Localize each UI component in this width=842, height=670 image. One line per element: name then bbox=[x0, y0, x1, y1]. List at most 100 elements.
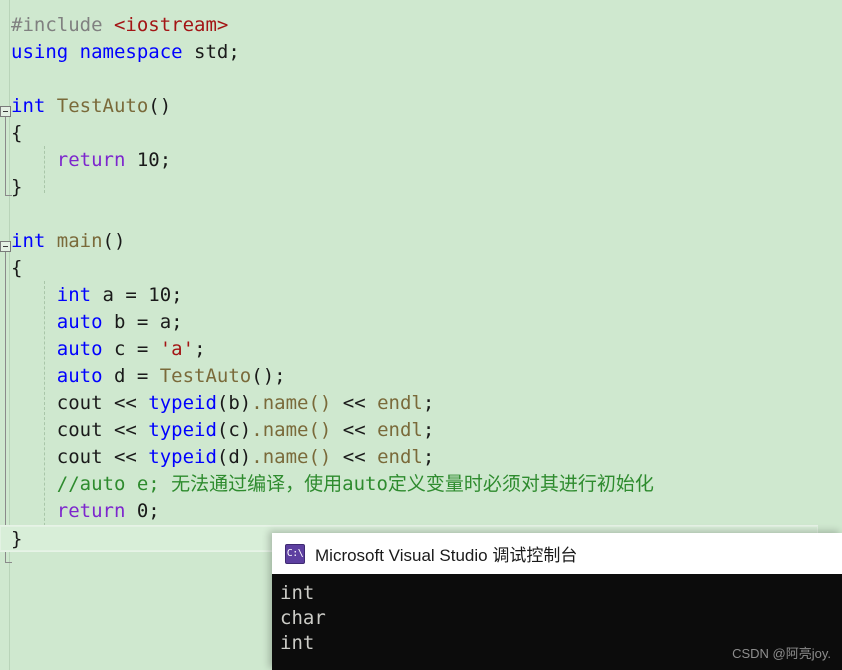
code-token: <iostream> bbox=[113, 14, 229, 36]
code-token: endl bbox=[377, 392, 423, 414]
code-token: int bbox=[56, 284, 92, 306]
code-line-content: auto c = 'a'; bbox=[11, 336, 206, 363]
code-line-content: { bbox=[11, 120, 22, 147]
code-line[interactable]: auto c = 'a'; bbox=[0, 336, 842, 363]
code-token: cout << bbox=[11, 419, 149, 441]
code-line[interactable] bbox=[0, 201, 842, 228]
code-line-content: int a = 10; bbox=[11, 282, 183, 309]
code-token: endl bbox=[377, 446, 423, 468]
code-line-content: //auto e; 无法通过编译，使用auto定义变量时必须对其进行初始化 bbox=[11, 471, 654, 498]
code-token: auto bbox=[56, 338, 103, 360]
code-token: endl bbox=[377, 419, 423, 441]
code-token: ; bbox=[422, 392, 435, 414]
code-token: cout << bbox=[11, 392, 149, 414]
console-output-line: char bbox=[280, 607, 326, 629]
code-token: b = a; bbox=[102, 311, 183, 333]
code-line[interactable]: #include <iostream> bbox=[0, 12, 842, 39]
code-line-content: return 10; bbox=[11, 147, 171, 174]
code-token: (b) bbox=[216, 392, 252, 414]
code-line[interactable]: auto d = TestAuto(); bbox=[0, 363, 842, 390]
code-token: ; bbox=[422, 419, 435, 441]
code-token: int bbox=[11, 95, 57, 117]
console-output-line: int bbox=[280, 582, 315, 604]
code-line[interactable]: } bbox=[0, 174, 842, 201]
code-line-content: using namespace std; bbox=[11, 39, 240, 66]
code-token: typeid bbox=[148, 392, 217, 414]
code-line[interactable]: int main() bbox=[0, 228, 842, 255]
code-lines[interactable]: #include <iostream> using namespace std; i… bbox=[0, 0, 842, 552]
code-token: typeid bbox=[148, 446, 217, 468]
code-line[interactable]: { bbox=[0, 120, 842, 147]
code-token: << bbox=[331, 446, 378, 468]
code-line-content: } bbox=[11, 174, 22, 201]
code-token: ; bbox=[194, 338, 206, 360]
console-cmd-icon: C:\ bbox=[285, 543, 305, 564]
code-token: } bbox=[11, 528, 23, 550]
debug-console-window[interactable]: C:\ Microsoft Visual Studio 调试控制台 int cha… bbox=[272, 533, 842, 670]
code-token: using namespace bbox=[11, 41, 195, 63]
code-line-content: } bbox=[11, 526, 22, 553]
code-token: TestAuto bbox=[56, 95, 149, 117]
code-token: .name() bbox=[251, 419, 332, 441]
code-token: { bbox=[11, 122, 23, 144]
code-token: d = bbox=[102, 365, 160, 387]
code-token: () bbox=[102, 230, 126, 252]
code-line[interactable]: return 0; bbox=[0, 498, 842, 525]
code-token: 10; bbox=[125, 149, 172, 171]
code-line[interactable]: cout << typeid(b).name() << endl; bbox=[0, 390, 842, 417]
code-token: c = bbox=[102, 338, 160, 360]
code-token: main bbox=[56, 230, 103, 252]
code-line[interactable]: int a = 10; bbox=[0, 282, 842, 309]
code-line[interactable]: //auto e; 无法通过编译，使用auto定义变量时必须对其进行初始化 bbox=[0, 471, 842, 498]
code-token: ; bbox=[228, 41, 240, 63]
code-token: 0; bbox=[125, 500, 160, 522]
code-line-content: #include <iostream> bbox=[11, 12, 228, 39]
code-token: return bbox=[56, 500, 126, 522]
code-token: .name() bbox=[251, 392, 332, 414]
code-token: (d) bbox=[216, 446, 252, 468]
code-token: //auto e; 无法通过编译，使用auto定义变量时必须对其进行初始化 bbox=[11, 473, 654, 495]
code-token: std bbox=[194, 41, 229, 63]
code-line[interactable]: auto b = a; bbox=[0, 309, 842, 336]
code-line-content: auto d = TestAuto(); bbox=[11, 363, 286, 390]
code-line-content: int TestAuto() bbox=[11, 93, 171, 120]
console-titlebar[interactable]: C:\ Microsoft Visual Studio 调试控制台 bbox=[272, 533, 842, 574]
code-token: (); bbox=[251, 365, 286, 387]
code-token: return bbox=[56, 149, 126, 171]
code-token: #include bbox=[11, 14, 114, 36]
code-token: << bbox=[331, 392, 378, 414]
code-line-content: int main() bbox=[11, 228, 125, 255]
code-line[interactable] bbox=[0, 66, 842, 93]
code-line[interactable]: cout << typeid(c).name() << endl; bbox=[0, 417, 842, 444]
code-token: cout << bbox=[11, 446, 149, 468]
code-token: { bbox=[11, 257, 23, 279]
code-line-content: cout << typeid(c).name() << endl; bbox=[11, 417, 435, 444]
code-token: () bbox=[148, 95, 172, 117]
code-token: int bbox=[11, 230, 57, 252]
code-token: TestAuto bbox=[159, 365, 252, 387]
code-token: (c) bbox=[216, 419, 252, 441]
code-token: } bbox=[11, 176, 23, 198]
code-line-content: cout << typeid(b).name() << endl; bbox=[11, 390, 435, 417]
fold-bracket-foot-main bbox=[5, 562, 12, 563]
code-token: a = 10; bbox=[91, 284, 183, 306]
code-token: << bbox=[331, 419, 378, 441]
code-line[interactable]: int TestAuto() bbox=[0, 93, 842, 120]
code-line[interactable]: return 10; bbox=[0, 147, 842, 174]
code-token: .name() bbox=[251, 446, 332, 468]
code-line[interactable]: { bbox=[0, 255, 842, 282]
code-token: ; bbox=[422, 446, 435, 468]
code-token: typeid bbox=[148, 419, 217, 441]
console-icon-label: C:\ bbox=[286, 547, 304, 559]
console-window-title: Microsoft Visual Studio 调试控制台 bbox=[315, 546, 578, 565]
code-line[interactable]: using namespace std; bbox=[0, 39, 842, 66]
code-line-content: auto b = a; bbox=[11, 309, 183, 336]
code-token: auto bbox=[56, 311, 103, 333]
code-line[interactable]: cout << typeid(d).name() << endl; bbox=[0, 444, 842, 471]
code-token: auto bbox=[56, 365, 103, 387]
code-line-content: cout << typeid(d).name() << endl; bbox=[11, 444, 435, 471]
